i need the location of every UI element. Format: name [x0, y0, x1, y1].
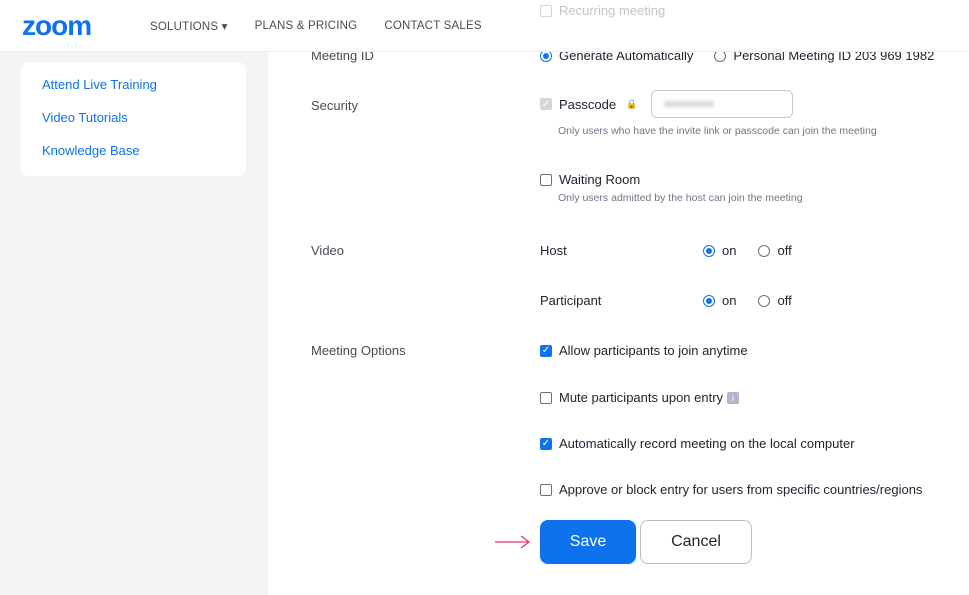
- host-off-radio[interactable]: [758, 244, 771, 257]
- help-card: Attend Live Training Video Tutorials Kno…: [21, 62, 246, 176]
- cancel-button[interactable]: Cancel: [640, 520, 752, 564]
- link-video-tutorials[interactable]: Video Tutorials: [42, 103, 246, 136]
- nav-solutions[interactable]: SOLUTIONS ▾: [150, 19, 228, 33]
- arrow-right-icon: [495, 535, 531, 549]
- radio-label: off: [777, 243, 792, 258]
- auto-record-checkbox[interactable]: ✓: [540, 437, 552, 450]
- passcode-row: ✓ Passcode 🔒: [540, 90, 794, 118]
- option-mute-on-entry: Mute participants upon entry i: [540, 390, 740, 405]
- video-label: Video: [311, 243, 345, 258]
- security-label: Security: [311, 98, 358, 113]
- link-attend-live-training[interactable]: Attend Live Training: [42, 70, 246, 103]
- recurring-meeting-checkbox[interactable]: [540, 4, 552, 17]
- mute-on-entry-checkbox[interactable]: [540, 391, 552, 404]
- nav-plans-pricing[interactable]: PLANS & PRICING: [255, 20, 358, 32]
- host-on-radio[interactable]: [703, 244, 715, 257]
- waiting-room-checkbox[interactable]: [540, 173, 552, 186]
- option-auto-record: ✓ Automatically record meeting on the loc…: [540, 436, 855, 451]
- radio-label: off: [777, 293, 792, 308]
- option-approve-block-regions: Approve or block entry for users from sp…: [540, 482, 922, 497]
- recurring-meeting-row: Recurring meeting: [540, 3, 665, 18]
- option-label: Allow participants to join anytime: [559, 343, 748, 358]
- info-badge-icon[interactable]: i: [727, 391, 740, 404]
- option-label: Approve or block entry for users from sp…: [559, 482, 923, 497]
- link-knowledge-base[interactable]: Knowledge Base: [42, 136, 246, 169]
- approve-block-checkbox[interactable]: [540, 483, 552, 496]
- host-video-options: on off: [703, 243, 792, 258]
- participant-off-radio[interactable]: [758, 294, 771, 307]
- option-label: Automatically record meeting on the loca…: [559, 436, 855, 451]
- passcode-label: Passcode: [559, 96, 617, 112]
- radio-label: on: [722, 293, 737, 308]
- host-label: Host: [540, 243, 567, 258]
- meeting-options-label: Meeting Options: [311, 343, 406, 358]
- passcode-checkbox[interactable]: ✓: [540, 98, 552, 110]
- waiting-room-hint: Only users admitted by the host can join…: [558, 192, 803, 204]
- join-anytime-checkbox[interactable]: ✓: [540, 344, 552, 357]
- zoom-logo[interactable]: zoom: [22, 10, 150, 42]
- option-label: Mute participants upon entry: [559, 390, 724, 405]
- save-button[interactable]: Save: [540, 520, 636, 564]
- participant-video-options: on off: [703, 293, 792, 308]
- recurring-meeting-label: Recurring meeting: [559, 3, 666, 18]
- participant-label: Participant: [540, 293, 602, 308]
- passcode-input[interactable]: [651, 90, 794, 118]
- waiting-room-row: Waiting Room: [540, 172, 640, 187]
- option-join-anytime: ✓ Allow participants to join anytime: [540, 343, 748, 358]
- waiting-room-label: Waiting Room: [559, 172, 641, 187]
- lock-icon: 🔒: [626, 98, 638, 109]
- radio-label: on: [722, 243, 737, 258]
- sidebar: Attend Live Training Video Tutorials Kno…: [0, 0, 268, 595]
- participant-on-radio[interactable]: [703, 294, 715, 307]
- passcode-hint: Only users who have the invite link or p…: [558, 125, 877, 137]
- top-nav: zoom SOLUTIONS ▾ PLANS & PRICING CONTACT…: [0, 0, 969, 52]
- nav-contact-sales[interactable]: CONTACT SALES: [384, 20, 481, 32]
